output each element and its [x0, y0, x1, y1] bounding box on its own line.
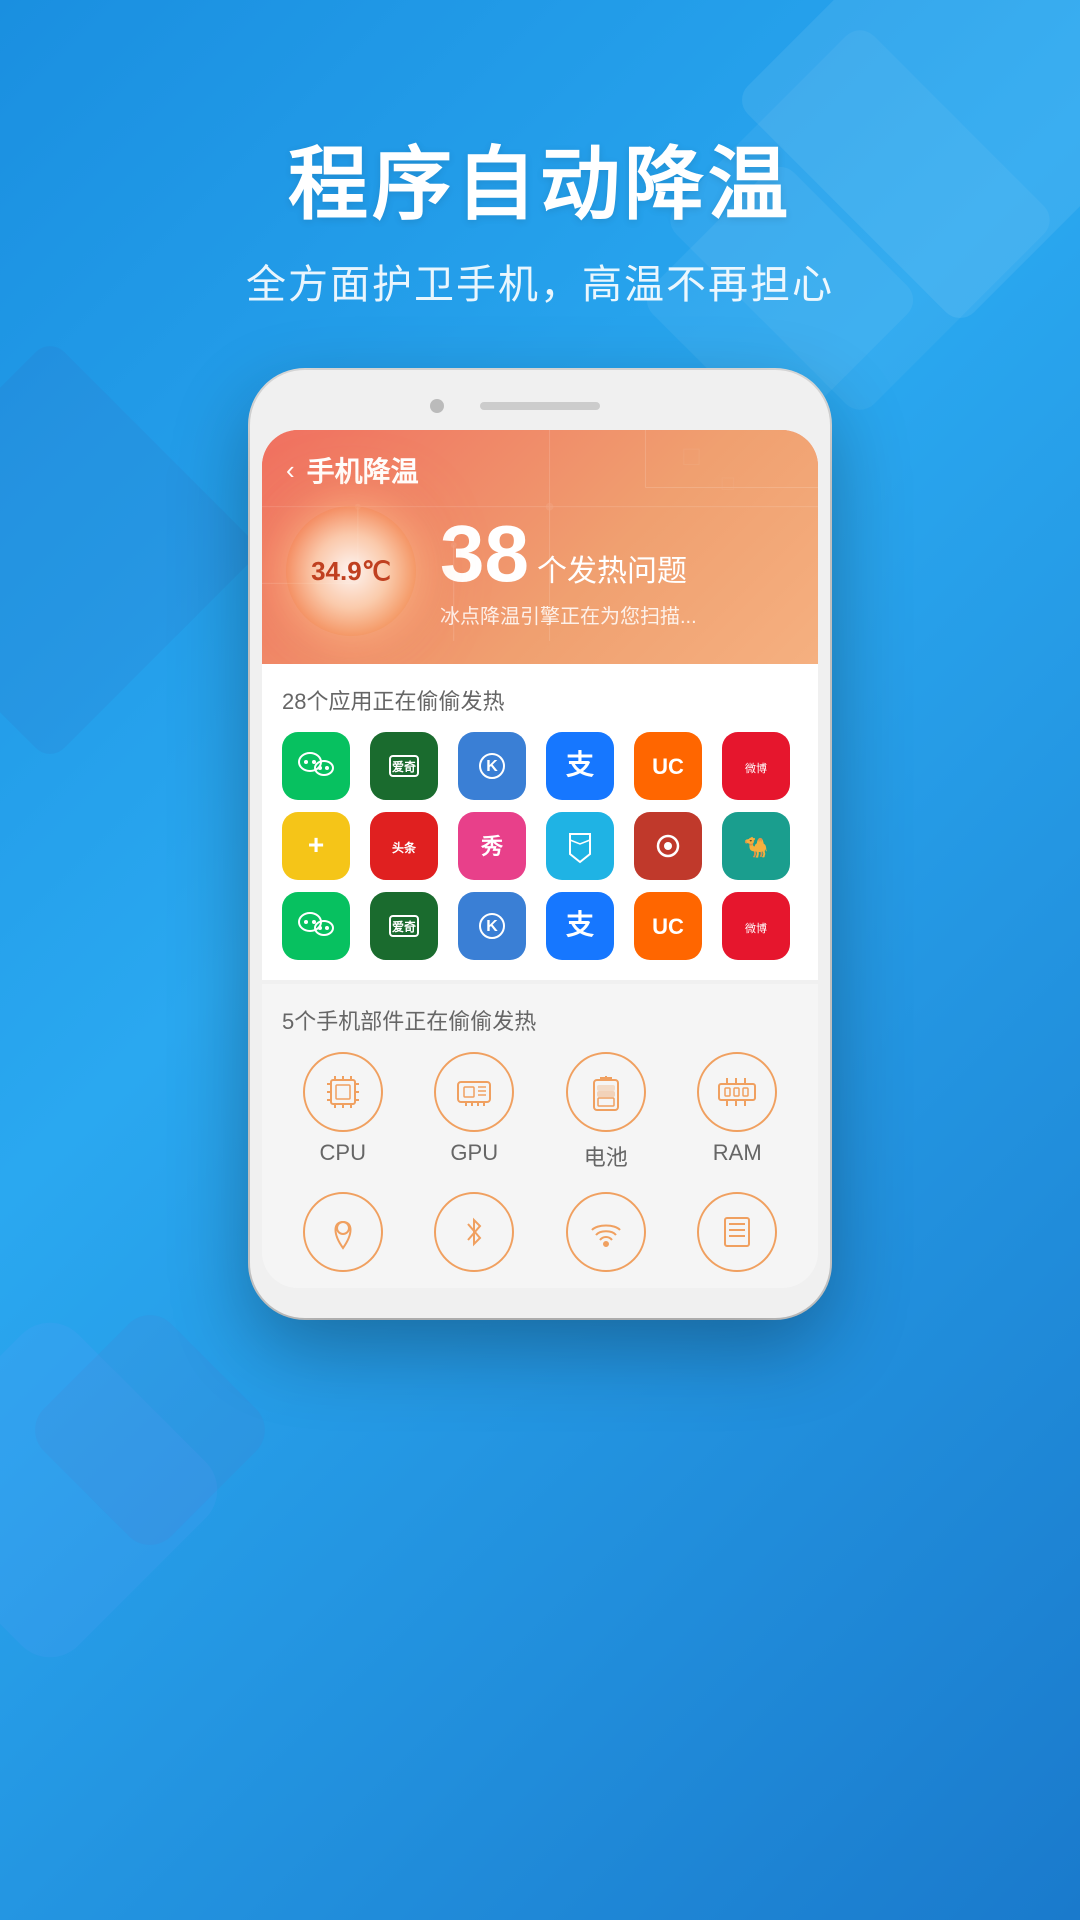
temperature-circle: 34.9℃	[286, 506, 416, 636]
svg-text:+: +	[308, 829, 324, 860]
svg-text:微博: 微博	[745, 761, 767, 775]
issue-count: 38	[440, 514, 529, 594]
phone-speaker	[480, 402, 600, 410]
svg-text:爱奇: 爱奇	[392, 759, 416, 774]
apps-grid: 爱奇 K 支 UC 微博 +	[282, 732, 798, 960]
components-grid: CPU	[282, 1052, 798, 1172]
svg-text:支: 支	[566, 749, 594, 780]
app-icon-wechat[interactable]	[282, 732, 350, 800]
temperature-value: 34.9℃	[311, 556, 391, 587]
app-icon-toutiao[interactable]: 头条	[370, 812, 438, 880]
gpu-icon	[452, 1070, 496, 1114]
ram-label: RAM	[713, 1140, 762, 1166]
temp-row: 34.9℃ 38 个发热问题 冰点降温引擎正在为您扫描...	[286, 506, 794, 636]
phone-notch	[262, 388, 818, 424]
app-icon-uc2[interactable]: UC	[634, 892, 702, 960]
gpu-label: GPU	[450, 1140, 498, 1166]
wifi-icon-circle	[566, 1192, 646, 1272]
svg-text:支: 支	[566, 909, 594, 940]
svg-text:微博: 微博	[745, 921, 767, 935]
location-icon	[321, 1210, 365, 1254]
svg-text:爱奇: 爱奇	[392, 919, 416, 934]
svg-text:UC: UC	[652, 754, 684, 779]
hero-title: 程序自动降温	[0, 120, 1080, 236]
app-icon-kuwo[interactable]: K	[458, 732, 526, 800]
wifi-icon	[584, 1210, 628, 1254]
components-section: 5个手机部件正在偷偷发热	[262, 984, 818, 1182]
gpu-icon-circle	[434, 1052, 514, 1132]
app-icon-weibo2[interactable]: 微博	[722, 892, 790, 960]
back-button[interactable]: ‹	[286, 455, 295, 486]
component-battery: 电池	[545, 1052, 667, 1172]
issue-count-row: 38 个发热问题	[440, 514, 794, 594]
bottom-icons-section	[262, 1182, 818, 1288]
app-icon-wechat2[interactable]	[282, 892, 350, 960]
hero-section: 程序自动降温 全方面护卫手机，高温不再担心	[0, 0, 1080, 310]
issue-description: 冰点降温引擎正在为您扫描...	[440, 600, 794, 629]
issue-label: 个发热问题	[537, 546, 687, 590]
phone-body: ‹ 手机降温 34.9℃ 38 个发热问题 冰点降温引擎正在为您扫描...	[250, 370, 830, 1318]
app-icon-iqiyi[interactable]: 爱奇	[370, 732, 438, 800]
component-gpu: GPU	[414, 1052, 536, 1172]
svg-text:秀: 秀	[480, 834, 503, 859]
component-storage	[677, 1192, 799, 1272]
component-wifi	[545, 1192, 667, 1272]
app-icon-uc[interactable]: UC	[634, 732, 702, 800]
battery-icon-circle	[566, 1052, 646, 1132]
app-icon-iqiyi2[interactable]: 爱奇	[370, 892, 438, 960]
app-header: ‹ 手机降温 34.9℃ 38 个发热问题 冰点降温引擎正在为您扫描...	[262, 430, 818, 664]
storage-icon	[715, 1210, 759, 1254]
bluetooth-icon-circle	[434, 1192, 514, 1272]
component-cpu: CPU	[282, 1052, 404, 1172]
screen-title: 手机降温	[307, 450, 419, 490]
bluetooth-icon	[452, 1210, 496, 1254]
component-location	[282, 1192, 404, 1272]
ram-icon	[715, 1070, 759, 1114]
svg-text:UC: UC	[652, 914, 684, 939]
phone-screen: ‹ 手机降温 34.9℃ 38 个发热问题 冰点降温引擎正在为您扫描...	[262, 430, 818, 1288]
svg-text:K: K	[486, 758, 498, 775]
battery-label: 电池	[584, 1140, 628, 1172]
component-bluetooth	[414, 1192, 536, 1272]
app-icon-weibo[interactable]: 微博	[722, 732, 790, 800]
location-icon-circle	[303, 1192, 383, 1272]
component-ram: RAM	[677, 1052, 799, 1172]
storage-icon-circle	[697, 1192, 777, 1272]
app-icon-alipay[interactable]: 支	[546, 732, 614, 800]
svg-text:K: K	[486, 918, 498, 935]
cpu-label: CPU	[320, 1140, 366, 1166]
issue-info: 38 个发热问题 冰点降温引擎正在为您扫描...	[440, 514, 794, 629]
app-icon-xiu[interactable]: 秀	[458, 812, 526, 880]
app-icon-health[interactable]: +	[282, 812, 350, 880]
apps-section: 28个应用正在偷偷发热 爱奇 K 支 U	[262, 664, 818, 980]
app-icon-kuwo2[interactable]: K	[458, 892, 526, 960]
phone-camera	[430, 399, 444, 413]
svg-text:🐪: 🐪	[744, 836, 769, 859]
battery-icon	[584, 1070, 628, 1114]
svg-text:头条: 头条	[392, 840, 417, 855]
phone-mockup: ‹ 手机降温 34.9℃ 38 个发热问题 冰点降温引擎正在为您扫描...	[0, 370, 1080, 1318]
cpu-icon	[321, 1070, 365, 1114]
app-nav: ‹ 手机降温	[286, 450, 794, 490]
app-icon-camel[interactable]: 🐪	[722, 812, 790, 880]
app-icon-netease[interactable]	[634, 812, 702, 880]
app-icon-alipay2[interactable]: 支	[546, 892, 614, 960]
ram-icon-circle	[697, 1052, 777, 1132]
cpu-icon-circle	[303, 1052, 383, 1132]
apps-section-title: 28个应用正在偷偷发热	[282, 684, 798, 716]
hero-subtitle: 全方面护卫手机，高温不再担心	[0, 252, 1080, 310]
app-icon-maps[interactable]	[546, 812, 614, 880]
components-section-title: 5个手机部件正在偷偷发热	[282, 1004, 798, 1036]
